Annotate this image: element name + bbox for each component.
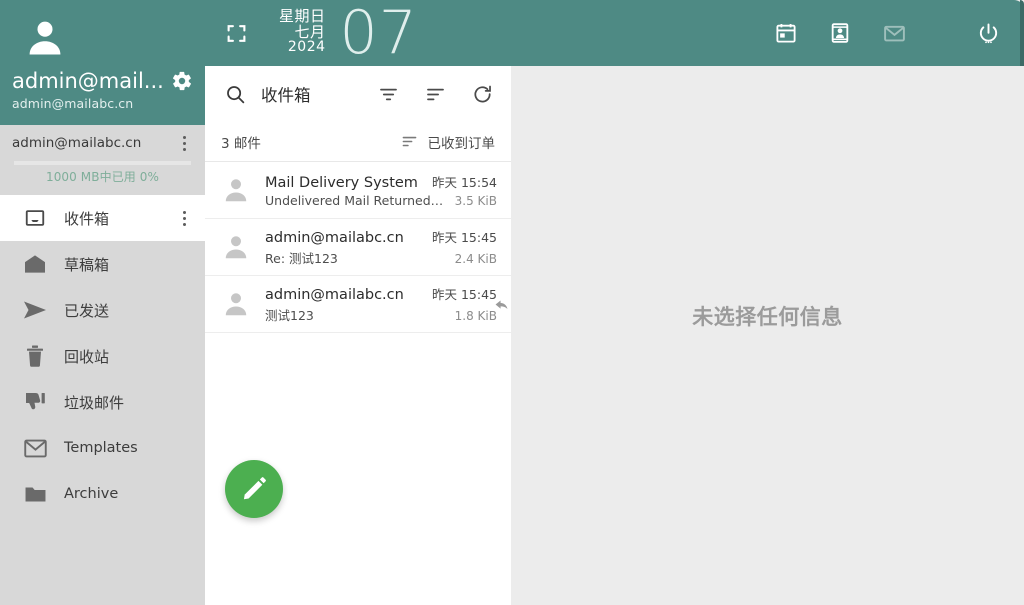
message-date: 昨天 15:45 [432, 230, 497, 245]
message-subject: Re: 测试123 [265, 251, 338, 266]
account-name: admin@mailabc.cn [12, 135, 142, 151]
message-list-item[interactable]: admin@mailabc.cn 昨天 15:45 测试123 1.8 KiB [205, 276, 511, 333]
message-line-bottom: Undelivered Mail Returned to … 3.5 KiB [265, 193, 497, 208]
user-avatar-icon [22, 16, 205, 64]
message-size: 3.5 KiB [454, 194, 497, 208]
date-day-number: 07 [339, 0, 418, 68]
filter-icon[interactable] [373, 79, 403, 109]
sidebar-item-label: 垃圾邮件 [64, 393, 125, 412]
compose-button[interactable] [225, 460, 283, 518]
sidebar-item-sent[interactable]: 已发送 [0, 287, 205, 333]
message-sender: Mail Delivery System [265, 175, 418, 191]
sidebar-item-label: 收件箱 [64, 209, 110, 228]
sort-order-icon[interactable] [400, 132, 420, 152]
list-toolbar: 收件箱 [205, 66, 511, 122]
sidebar-item-label: 草稿箱 [64, 255, 110, 274]
empty-state-message: 未选择任何信息 [692, 304, 843, 329]
message-list-pane: 收件箱 3 邮件 已收到订单 Mail Delivery System 昨天 1… [205, 66, 511, 605]
message-date: 昨天 15:54 [432, 175, 497, 190]
message-text: admin@mailabc.cn 昨天 15:45 测试123 1.8 KiB [265, 284, 497, 324]
sidebar-item-label: Archive [64, 486, 119, 502]
sidebar-item-label: Templates [64, 440, 138, 456]
sidebar-item-templates[interactable]: Templates [0, 425, 205, 471]
account-row[interactable]: admin@mailabc.cn [0, 125, 205, 161]
sidebar-item-spam[interactable]: 垃圾邮件 [0, 379, 205, 425]
folder-icon [22, 481, 48, 507]
sidebar-item-archive[interactable]: Archive [0, 471, 205, 517]
sort-order-label: 已收到订单 [427, 135, 496, 152]
message-list-item[interactable]: admin@mailabc.cn 昨天 15:45 Re: 测试123 2.4 … [205, 219, 511, 276]
date-display: 星期日 七月 2024 07 [279, 0, 418, 66]
message-line-bottom: 测试123 1.8 KiB [265, 305, 497, 324]
envelope-icon [22, 435, 48, 461]
message-sender: admin@mailabc.cn [265, 230, 404, 246]
reading-pane: 未选择任何信息 [511, 66, 1024, 605]
sidebar-user-row: admin@mail... [0, 66, 205, 96]
sidebar-item-label: 已发送 [64, 301, 110, 320]
search-icon[interactable] [221, 80, 249, 108]
topbar-actions [770, 17, 1004, 49]
refresh-icon[interactable] [467, 79, 497, 109]
overflow-menu-icon[interactable] [173, 130, 195, 156]
sidebar: admin@mail... admin@mailabc.cn admin@mai… [0, 0, 205, 605]
message-count: 3 邮件 [221, 135, 261, 152]
calendar-icon[interactable] [770, 17, 802, 49]
list-title: 收件箱 [261, 86, 311, 105]
message-line-bottom: Re: 测试123 2.4 KiB [265, 248, 497, 267]
message-text: Mail Delivery System 昨天 15:54 Undelivere… [265, 172, 497, 208]
drafts-icon [22, 251, 48, 277]
contact-avatar-icon [219, 230, 253, 264]
fullscreen-expand-icon[interactable] [213, 10, 259, 56]
message-line-top: Mail Delivery System 昨天 15:54 [265, 172, 497, 191]
message-text: admin@mailabc.cn 昨天 15:45 Re: 测试123 2.4 … [265, 227, 497, 267]
contact-avatar-icon [219, 287, 253, 321]
contact-avatar-icon [219, 173, 253, 207]
mail-icon[interactable] [878, 17, 910, 49]
pencil-compose-icon [243, 477, 266, 500]
sidebar-item-inbox[interactable]: 收件箱 [0, 195, 205, 241]
spam-icon [22, 389, 48, 415]
message-line-top: admin@mailabc.cn 昨天 15:45 [265, 284, 497, 303]
top-app-bar: 星期日 七月 2024 07 [205, 0, 1024, 66]
message-list-item[interactable]: Mail Delivery System 昨天 15:54 Undelivere… [205, 162, 511, 219]
date-year: 2024 [287, 39, 326, 56]
folder-overflow-menu-icon[interactable] [173, 205, 195, 231]
message-sender: admin@mailabc.cn [265, 287, 404, 303]
message-subject: Undelivered Mail Returned to … [265, 193, 447, 208]
power-icon[interactable] [972, 17, 1004, 49]
inbox-icon [22, 205, 48, 231]
topbar-right-edge [1020, 0, 1024, 66]
sidebar-user-email: admin@mailabc.cn [12, 96, 134, 111]
quota-label: 1000 MB中已用 0% [45, 170, 160, 184]
message-date: 昨天 15:45 [432, 287, 497, 302]
date-text-stack: 星期日 七月 2024 [279, 8, 326, 58]
message-size: 2.4 KiB [454, 252, 497, 266]
sidebar-item-drafts[interactable]: 草稿箱 [0, 241, 205, 287]
message-line-top: admin@mailabc.cn 昨天 15:45 [265, 227, 497, 246]
folder-list: 收件箱 草稿箱 已发送 回收站 垃圾邮件 Templates Archive [0, 193, 205, 517]
sidebar-item-label: 回收站 [64, 347, 110, 366]
sidebar-account-header: admin@mail... admin@mailabc.cn [0, 0, 205, 125]
date-month: 七月 [294, 22, 326, 41]
mail-app-window: admin@mail... admin@mailabc.cn admin@mai… [0, 0, 1024, 605]
message-subject: 测试123 [265, 308, 314, 323]
gear-icon[interactable] [167, 66, 197, 96]
sidebar-username: admin@mail... [12, 69, 164, 93]
sort-icon[interactable] [420, 79, 450, 109]
contacts-icon[interactable] [824, 17, 856, 49]
reply-arrow-icon [493, 296, 509, 312]
sidebar-item-trash[interactable]: 回收站 [0, 333, 205, 379]
trash-icon [22, 343, 48, 369]
message-count-row: 3 邮件 已收到订单 [205, 122, 511, 162]
message-size: 1.8 KiB [454, 309, 497, 323]
sent-icon [22, 297, 48, 323]
